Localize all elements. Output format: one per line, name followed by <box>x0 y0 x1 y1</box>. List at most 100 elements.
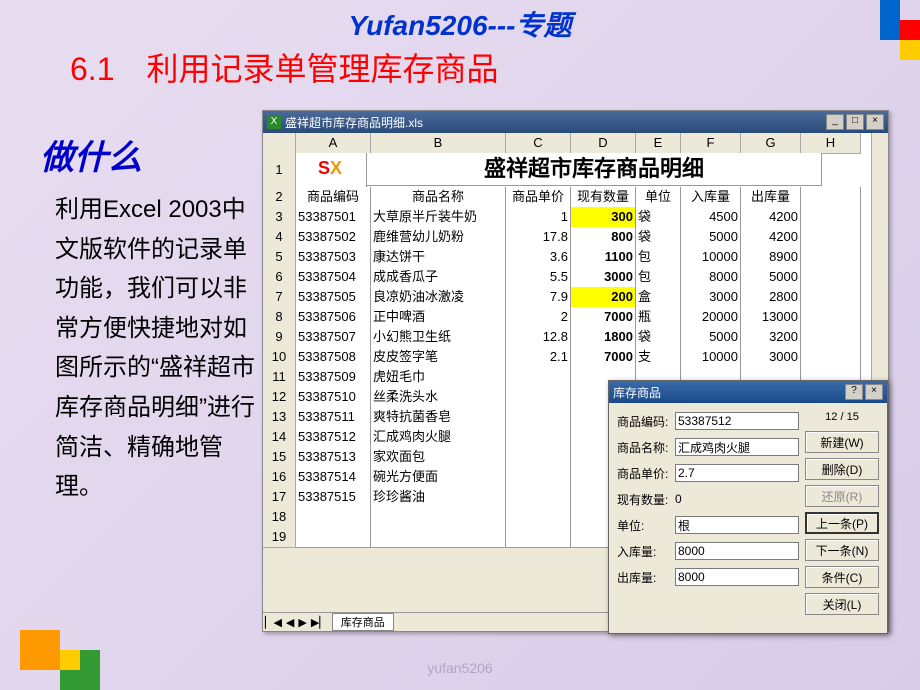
cell[interactable]: 53387511 <box>296 407 371 428</box>
cell[interactable]: 2800 <box>741 287 801 308</box>
cell[interactable]: 康达饼干 <box>371 247 506 268</box>
cell[interactable]: 17.8 <box>506 227 571 248</box>
cell[interactable]: 家欢面包 <box>371 447 506 468</box>
cell[interactable]: 200 <box>571 287 636 308</box>
cell[interactable]: 小幻熊卫生纸 <box>371 327 506 348</box>
col-header[interactable]: B <box>371 133 506 154</box>
cell[interactable]: 8000 <box>681 267 741 288</box>
row-header[interactable]: 17 <box>263 487 296 508</box>
cell[interactable] <box>506 487 571 508</box>
cell[interactable]: 5.5 <box>506 267 571 288</box>
cell[interactable]: 53387503 <box>296 247 371 268</box>
cell[interactable]: 2 <box>506 307 571 328</box>
cell[interactable] <box>801 287 861 308</box>
cell[interactable]: 1 <box>506 207 571 228</box>
cell[interactable]: 正中啤酒 <box>371 307 506 328</box>
form-input[interactable] <box>675 568 799 586</box>
cell[interactable]: 53387512 <box>296 427 371 448</box>
col-header[interactable]: F <box>681 133 741 154</box>
row-header[interactable]: 2 <box>263 187 296 208</box>
cell[interactable]: 珍珍酱油 <box>371 487 506 508</box>
maximize-button[interactable]: □ <box>846 114 864 130</box>
cell[interactable] <box>296 527 371 548</box>
table-header[interactable]: 入库量 <box>681 187 741 208</box>
sheet-tab[interactable]: 库存商品 <box>332 613 394 631</box>
row-header[interactable]: 4 <box>263 227 296 248</box>
row-header[interactable]: 19 <box>263 527 296 548</box>
form-button[interactable]: 关闭(L) <box>805 593 879 615</box>
form-button[interactable]: 删除(D) <box>805 458 879 480</box>
table-header[interactable]: 商品单价 <box>506 187 571 208</box>
cell[interactable] <box>506 407 571 428</box>
sheet-title[interactable]: 盛祥超市库存商品明细 <box>367 153 822 186</box>
cell[interactable]: 2.1 <box>506 347 571 368</box>
cell[interactable]: 5000 <box>681 227 741 248</box>
cell[interactable]: 13000 <box>741 307 801 328</box>
table-header[interactable]: 出库量 <box>741 187 801 208</box>
form-input[interactable] <box>675 542 799 560</box>
cell[interactable] <box>801 247 861 268</box>
tab-nav-first[interactable]: ▏◀ <box>263 616 284 629</box>
row-header[interactable]: 14 <box>263 427 296 448</box>
cell[interactable]: 5000 <box>741 267 801 288</box>
cell[interactable]: 53387506 <box>296 307 371 328</box>
row-header[interactable]: 7 <box>263 287 296 308</box>
cell[interactable]: 良凉奶油冰激凌 <box>371 287 506 308</box>
cell[interactable]: 1100 <box>571 247 636 268</box>
cell[interactable] <box>801 307 861 328</box>
cell[interactable] <box>506 527 571 548</box>
row-header[interactable]: 11 <box>263 367 296 388</box>
cell[interactable]: 1800 <box>571 327 636 348</box>
cell[interactable]: 53387510 <box>296 387 371 408</box>
minimize-button[interactable]: _ <box>826 114 844 130</box>
cell[interactable]: 53387513 <box>296 447 371 468</box>
cell[interactable] <box>371 507 506 528</box>
cell[interactable] <box>506 427 571 448</box>
cell[interactable]: 53387505 <box>296 287 371 308</box>
row-header[interactable]: 10 <box>263 347 296 368</box>
row-header[interactable]: 9 <box>263 327 296 348</box>
cell[interactable] <box>801 347 861 368</box>
cell[interactable]: 53387515 <box>296 487 371 508</box>
row-header[interactable]: 16 <box>263 467 296 488</box>
row-header[interactable]: 15 <box>263 447 296 468</box>
cell[interactable]: 3000 <box>681 287 741 308</box>
cell[interactable]: 800 <box>571 227 636 248</box>
cell[interactable]: 袋 <box>636 227 681 248</box>
cell[interactable] <box>506 447 571 468</box>
cell[interactable]: 20000 <box>681 307 741 328</box>
cell[interactable] <box>296 507 371 528</box>
cell[interactable] <box>506 467 571 488</box>
cell[interactable]: 鹿维营幼儿奶粉 <box>371 227 506 248</box>
cell[interactable]: 300 <box>571 207 636 228</box>
cell[interactable]: 10000 <box>681 347 741 368</box>
table-header[interactable]: 单位 <box>636 187 681 208</box>
cell[interactable]: 3000 <box>571 267 636 288</box>
cell[interactable]: 53387502 <box>296 227 371 248</box>
logo-cell[interactable]: SX <box>296 153 367 188</box>
cell[interactable]: 3000 <box>741 347 801 368</box>
row-header[interactable]: 13 <box>263 407 296 428</box>
col-header[interactable]: H <box>801 133 861 154</box>
cell[interactable]: 大草原半斤装牛奶 <box>371 207 506 228</box>
cell[interactable]: 10000 <box>681 247 741 268</box>
cell[interactable] <box>371 527 506 548</box>
cell[interactable] <box>506 387 571 408</box>
cell[interactable]: 3.6 <box>506 247 571 268</box>
cell[interactable]: 12.8 <box>506 327 571 348</box>
cell[interactable]: 4200 <box>741 207 801 228</box>
cell[interactable] <box>506 367 571 388</box>
col-header[interactable]: A <box>296 133 371 154</box>
cell[interactable]: 4500 <box>681 207 741 228</box>
cell[interactable]: 53387507 <box>296 327 371 348</box>
row-header[interactable]: 12 <box>263 387 296 408</box>
form-input[interactable] <box>675 412 799 430</box>
form-input[interactable] <box>675 464 799 482</box>
row-header[interactable]: 18 <box>263 507 296 528</box>
cell[interactable]: 包 <box>636 267 681 288</box>
col-header[interactable]: E <box>636 133 681 154</box>
table-header[interactable]: 商品编码 <box>296 187 371 208</box>
cell[interactable]: 8900 <box>741 247 801 268</box>
form-input[interactable] <box>675 438 799 456</box>
form-close-button[interactable]: × <box>865 384 883 400</box>
